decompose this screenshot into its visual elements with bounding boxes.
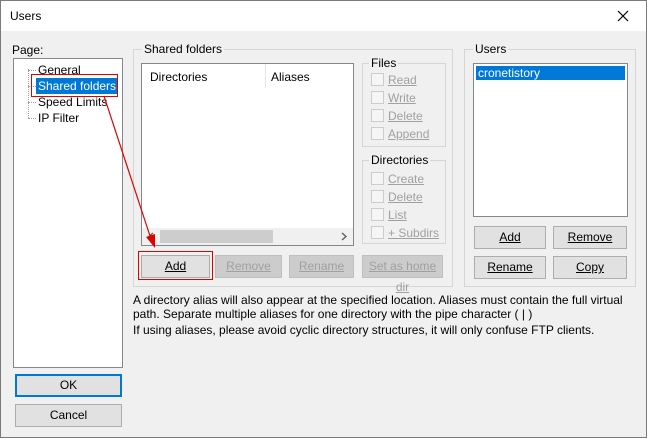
- annotation-arrow: [103, 95, 155, 248]
- users-dialog: Users Page: General Shared folders Speed…: [0, 0, 647, 438]
